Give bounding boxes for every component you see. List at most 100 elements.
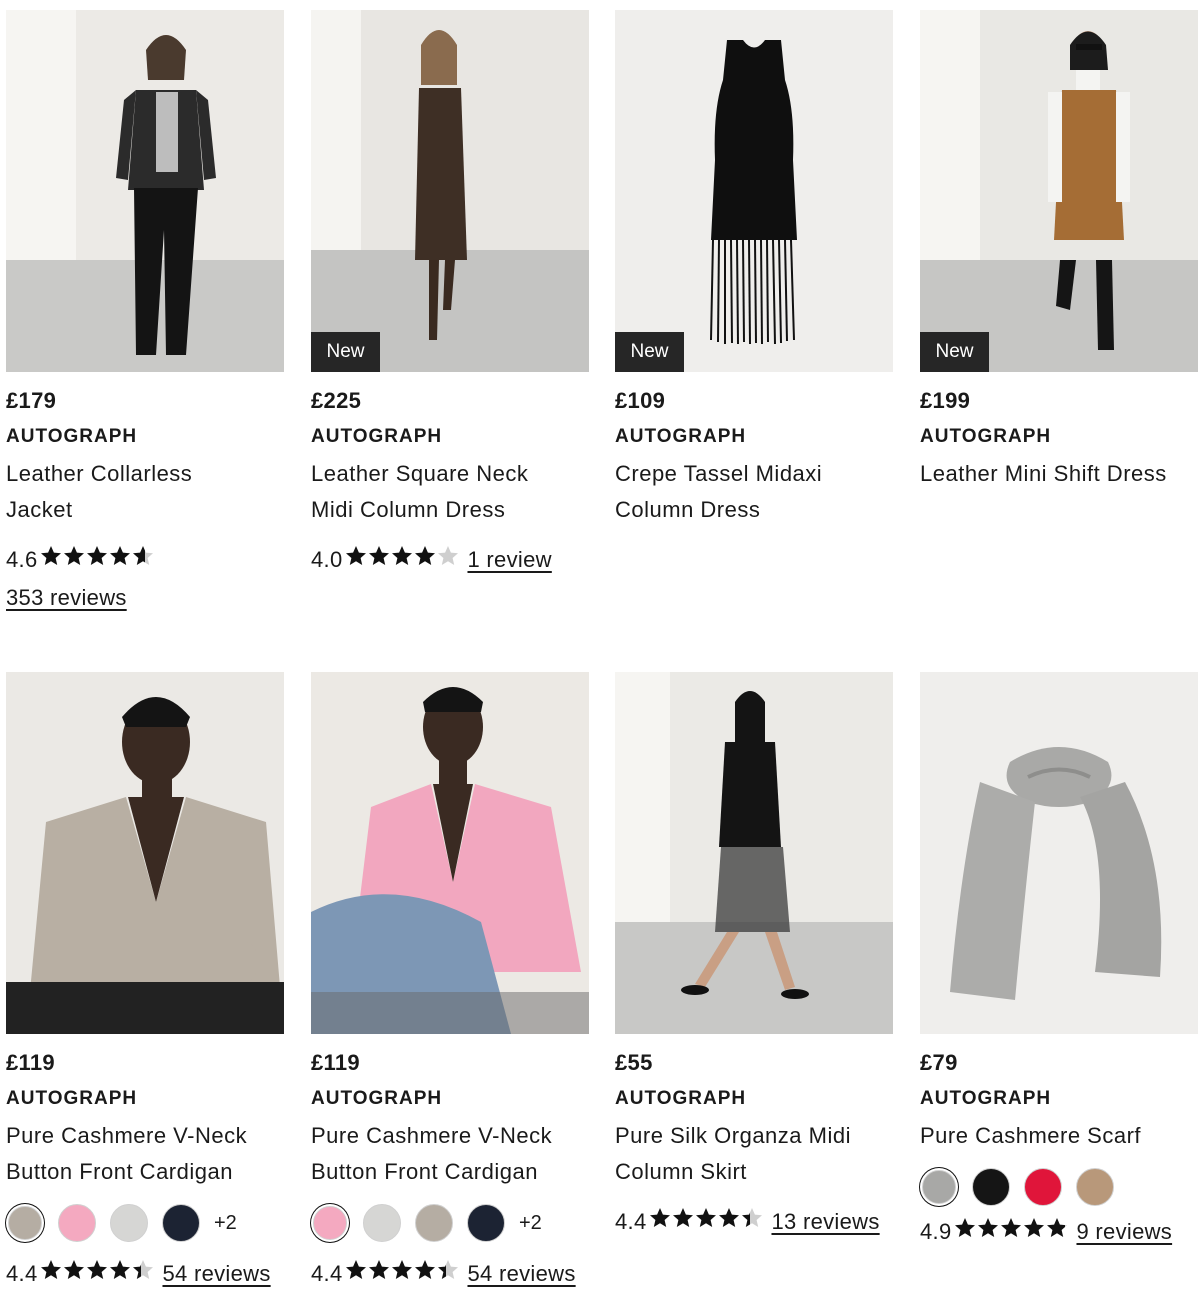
rating-value: 4.9 bbox=[920, 1219, 952, 1244]
product-title-line[interactable]: Jacket bbox=[6, 492, 286, 528]
product-card[interactable]: £55 AUTOGRAPH Pure Silk Organza Midi Col… bbox=[615, 672, 895, 1242]
star-icon bbox=[346, 1260, 367, 1279]
model-shift-dress-image bbox=[920, 10, 1198, 372]
product-price: £79 bbox=[920, 1050, 958, 1075]
star-icon bbox=[392, 546, 413, 565]
product-title[interactable]: Leather Square Neck Midi Column Dress bbox=[311, 456, 591, 528]
color-swatch[interactable] bbox=[110, 1204, 148, 1242]
product-card[interactable]: New £225 AUTOGRAPH Leather Square Neck M… bbox=[311, 10, 591, 580]
color-swatch[interactable] bbox=[972, 1168, 1010, 1206]
reviews-link[interactable]: 9 reviews bbox=[1076, 1219, 1172, 1244]
new-badge: New bbox=[615, 332, 684, 372]
color-swatch[interactable] bbox=[58, 1204, 96, 1242]
star-icon bbox=[133, 546, 154, 565]
more-colors-count[interactable]: +2 bbox=[519, 1212, 542, 1235]
product-title-line[interactable]: Leather Mini Shift Dress bbox=[920, 456, 1200, 492]
product-title-line[interactable]: Column Dress bbox=[615, 492, 895, 528]
product-image[interactable]: New bbox=[311, 10, 589, 372]
product-price: £179 bbox=[6, 388, 57, 413]
rating-value: 4.4 bbox=[311, 1261, 343, 1286]
product-title-line[interactable]: Button Front Cardigan bbox=[311, 1154, 591, 1190]
product-brand: AUTOGRAPH bbox=[6, 1088, 138, 1109]
product-card[interactable]: £119 AUTOGRAPH Pure Cashmere V-Neck Butt… bbox=[6, 672, 286, 1292]
model-leather-jacket-image bbox=[6, 10, 284, 372]
star-icon bbox=[1024, 1218, 1045, 1237]
color-swatch[interactable] bbox=[313, 1206, 347, 1240]
product-card[interactable]: £79 AUTOGRAPH Pure Cashmere Scarf 4.9 9 r… bbox=[920, 672, 1200, 1252]
product-price: £119 bbox=[6, 1050, 55, 1075]
star-rating bbox=[39, 1258, 154, 1292]
reviews-link[interactable]: 54 reviews bbox=[162, 1261, 270, 1286]
product-title-line[interactable]: Column Skirt bbox=[615, 1154, 895, 1190]
reviews-link[interactable]: 13 reviews bbox=[771, 1209, 879, 1234]
product-title-line[interactable]: Midi Column Dress bbox=[311, 492, 591, 528]
product-card[interactable]: £179 AUTOGRAPH Leather Collarless Jacket… bbox=[6, 10, 286, 616]
color-swatch[interactable] bbox=[1076, 1168, 1114, 1206]
reviews-link[interactable]: 1 review bbox=[467, 547, 551, 572]
product-card[interactable]: £119 AUTOGRAPH Pure Cashmere V-Neck Butt… bbox=[311, 672, 591, 1292]
star-icon bbox=[133, 1260, 154, 1279]
model-oatmeal-cardigan-image bbox=[6, 672, 284, 1034]
product-rating: 4.0 1 review bbox=[311, 542, 591, 580]
product-image[interactable]: New bbox=[920, 10, 1198, 372]
product-title[interactable]: Pure Silk Organza Midi Column Skirt bbox=[615, 1118, 895, 1190]
product-title-line[interactable]: Pure Cashmere Scarf bbox=[920, 1118, 1200, 1154]
color-swatch[interactable] bbox=[1024, 1168, 1062, 1206]
product-image[interactable]: New bbox=[615, 10, 893, 372]
product-title-line[interactable]: Pure Silk Organza Midi bbox=[615, 1118, 895, 1154]
new-badge: New bbox=[311, 332, 380, 372]
product-rating: 4.9 9 reviews bbox=[920, 1214, 1200, 1252]
star-icon bbox=[110, 1260, 131, 1279]
reviews-link[interactable]: 54 reviews bbox=[467, 1261, 575, 1286]
grey-scarf-image bbox=[920, 672, 1198, 1034]
product-image[interactable] bbox=[920, 672, 1198, 1034]
star-icon bbox=[41, 1260, 62, 1279]
color-swatch[interactable] bbox=[8, 1206, 42, 1240]
product-image[interactable] bbox=[311, 672, 589, 1034]
color-swatch[interactable] bbox=[415, 1204, 453, 1242]
star-rating bbox=[648, 1206, 763, 1242]
star-icon bbox=[438, 1260, 459, 1279]
color-swatch[interactable] bbox=[363, 1204, 401, 1242]
product-price: £199 bbox=[920, 388, 971, 413]
star-icon bbox=[696, 1208, 717, 1227]
product-title-line[interactable]: Leather Collarless bbox=[6, 456, 286, 492]
product-title[interactable]: Leather Mini Shift Dress bbox=[920, 456, 1200, 492]
color-swatch[interactable] bbox=[922, 1170, 956, 1204]
product-image[interactable] bbox=[615, 672, 893, 1034]
star-icon bbox=[719, 1208, 740, 1227]
product-title-line[interactable]: Leather Square Neck bbox=[311, 456, 591, 492]
star-icon bbox=[392, 1260, 413, 1279]
product-brand: AUTOGRAPH bbox=[615, 426, 747, 447]
product-image[interactable] bbox=[6, 10, 284, 372]
model-organza-skirt-image bbox=[615, 672, 893, 1034]
color-swatch[interactable] bbox=[162, 1204, 200, 1242]
product-title-line[interactable]: Pure Cashmere V-Neck bbox=[311, 1118, 591, 1154]
product-brand: AUTOGRAPH bbox=[615, 1088, 747, 1109]
product-title[interactable]: Pure Cashmere V-Neck Button Front Cardig… bbox=[6, 1118, 286, 1190]
reviews-link[interactable]: 353 reviews bbox=[6, 580, 286, 616]
more-colors-count[interactable]: +2 bbox=[214, 1212, 237, 1235]
product-title-line[interactable]: Crepe Tassel Midaxi bbox=[615, 456, 895, 492]
star-icon bbox=[955, 1218, 976, 1237]
product-card[interactable]: New £199 AUTOGRAPH Leather Mini Shift Dr… bbox=[920, 10, 1200, 492]
star-icon bbox=[673, 1208, 694, 1227]
product-title-line[interactable]: Pure Cashmere V-Neck bbox=[6, 1118, 286, 1154]
star-icon bbox=[438, 546, 459, 565]
color-swatch[interactable] bbox=[467, 1204, 505, 1242]
rating-value: 4.4 bbox=[615, 1209, 647, 1234]
product-title[interactable]: Pure Cashmere Scarf bbox=[920, 1118, 1200, 1154]
product-title[interactable]: Pure Cashmere V-Neck Button Front Cardig… bbox=[311, 1118, 591, 1190]
product-title[interactable]: Crepe Tassel Midaxi Column Dress bbox=[615, 456, 895, 528]
product-price: £225 bbox=[311, 388, 362, 413]
product-brand: AUTOGRAPH bbox=[920, 1088, 1052, 1109]
product-title[interactable]: Leather Collarless Jacket bbox=[6, 456, 286, 528]
star-icon bbox=[41, 546, 62, 565]
product-card[interactable]: New £109 AUTOGRAPH Crepe Tassel Midaxi C… bbox=[615, 10, 895, 528]
color-swatches: +2 bbox=[311, 1204, 591, 1242]
star-icon bbox=[64, 1260, 85, 1279]
product-image[interactable] bbox=[6, 672, 284, 1034]
model-leather-dress-image bbox=[311, 10, 589, 372]
star-icon bbox=[64, 546, 85, 565]
product-title-line[interactable]: Button Front Cardigan bbox=[6, 1154, 286, 1190]
